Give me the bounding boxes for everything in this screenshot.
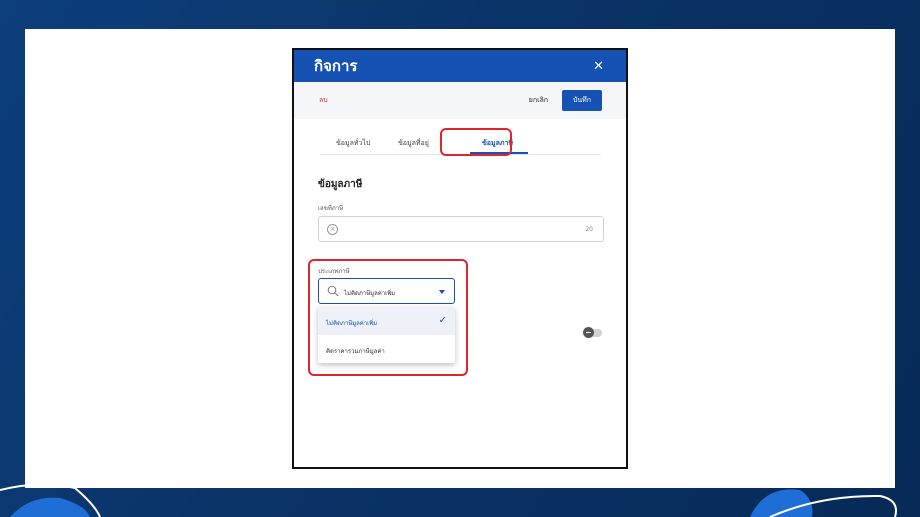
cancel-button[interactable]: ยกเลิก (529, 95, 548, 106)
check-icon: ✓ (438, 315, 447, 326)
delete-button[interactable]: ลบ (319, 95, 328, 106)
tab-general[interactable]: ข้อมูลทั่วไป (336, 138, 370, 149)
section-title: ข้อมูลภาษี (318, 179, 363, 190)
save-button[interactable]: บันทึก (562, 90, 602, 111)
tax-type-select[interactable]: ไม่คิดภาษีมูลค่าเพิ่ม (318, 278, 455, 304)
tax-type-menu: ไม่คิดภาษีมูลค่าเพิ่ม ✓ คิดราคารวมภาษีมู… (318, 307, 455, 363)
close-icon[interactable]: ✕ (593, 59, 604, 74)
modal-header: กิจการ ✕ (294, 50, 626, 82)
menu-item-label: ไม่คิดภาษีมูลค่าเพิ่ม (326, 320, 378, 327)
toggle-switch[interactable] (583, 327, 602, 338)
menu-item-vat-inclusive[interactable]: คิดราคารวมภาษีมูลค่า (318, 335, 455, 363)
menu-item-label: คิดราคารวมภาษีมูลค่า (326, 348, 385, 355)
menu-item-no-vat[interactable]: ไม่คิดภาษีมูลค่าเพิ่ม ✓ (318, 307, 455, 335)
action-bar: ลบ ยกเลิก บันทึก (294, 82, 626, 119)
toggle-knob (583, 327, 594, 338)
char-counter: 20 (585, 226, 593, 233)
tab-address[interactable]: ข้อมูลที่อยู่ (398, 138, 429, 149)
tax-tab-highlight (440, 128, 512, 156)
modal-title: กิจการ (314, 57, 358, 75)
select-value: ไม่คิดภาษีมูลค่าเพิ่ม (344, 290, 396, 297)
tax-type-label: ประเภทภาษี (318, 268, 350, 275)
tax-id-label: เลขที่ภาษี (318, 205, 344, 212)
tax-id-input[interactable]: × 20 (318, 216, 604, 242)
clear-icon[interactable]: × (327, 224, 338, 235)
action-buttons: ยกเลิก บันทึก (529, 90, 602, 111)
chevron-down-icon[interactable] (439, 290, 445, 294)
business-modal: กิจการ ✕ ลบ ยกเลิก บันทึก ข้อมูลทั่วไป ข… (292, 48, 628, 469)
search-icon (327, 285, 339, 297)
